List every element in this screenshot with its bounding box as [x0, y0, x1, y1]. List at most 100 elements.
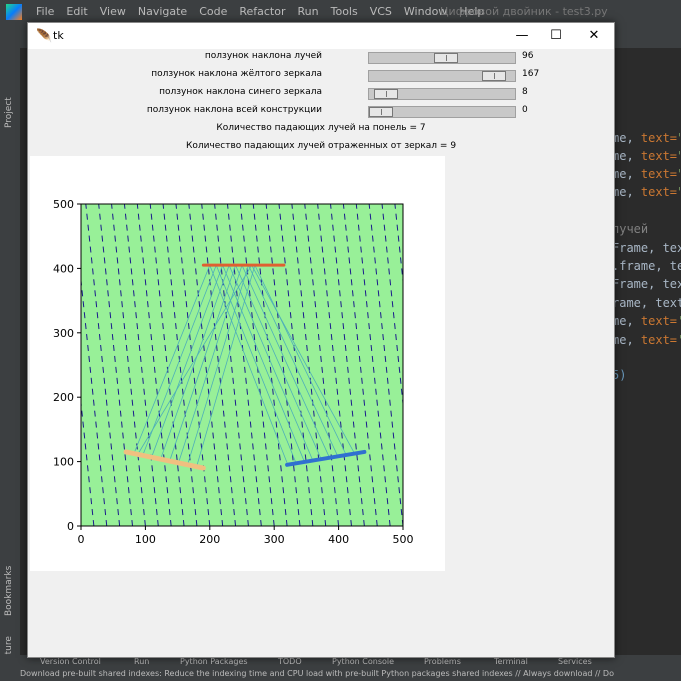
- code-token: me,: [612, 185, 641, 199]
- code-line: me, text=': [612, 333, 681, 347]
- code-line: me, text=": [612, 185, 681, 199]
- slider-value-blue: 8: [522, 87, 528, 97]
- ide-status-bar: Download pre-built shared indexes: Reduc…: [0, 669, 681, 681]
- code-token: text=: [640, 167, 678, 181]
- incident-ray: [30, 204, 42, 526]
- code-token: ": [677, 131, 681, 145]
- code-token: ": [677, 167, 681, 181]
- menu-code[interactable]: Code: [199, 5, 227, 18]
- code-line: .frame, te: [612, 259, 681, 273]
- pycharm-logo-icon: [6, 4, 22, 20]
- ide-window-title: Цифровой двойник - test3.py: [440, 5, 608, 18]
- code-line: лучей: [612, 222, 648, 236]
- tk-window: 🪶 tk — ☐ ✕ ползунок наклона лучей 96 пол…: [27, 22, 615, 658]
- maximize-button[interactable]: ☐: [540, 26, 572, 46]
- x-tick-label: 200: [199, 533, 220, 546]
- incident-ray: [30, 204, 55, 526]
- code-line: Frame, tex: [612, 277, 681, 291]
- code-line: me, text=": [612, 167, 681, 181]
- slider-thumb[interactable]: [369, 107, 393, 117]
- x-tick-label: 400: [328, 533, 349, 546]
- menu-vcs[interactable]: VCS: [370, 5, 392, 18]
- plot-svg: 0 100 200 300 400 500 0 100 200 300 400 500: [30, 198, 445, 546]
- code-line: rame, text: [612, 296, 681, 310]
- x-tick-label: 0: [78, 533, 85, 546]
- code-token: me,: [612, 167, 641, 181]
- tk-window-title: tk: [53, 29, 64, 42]
- code-token: ': [677, 333, 681, 347]
- code-token: text=: [640, 314, 678, 328]
- services-tab[interactable]: Services: [558, 657, 592, 666]
- ray-angle-slider[interactable]: [368, 52, 516, 64]
- slider-row-structure: ползунок наклона всей конструкции 0: [28, 103, 614, 121]
- close-button[interactable]: ✕: [578, 26, 610, 46]
- slider-value-rays: 96: [522, 51, 534, 61]
- code-token: me,: [612, 333, 641, 347]
- blue-mirror-slider[interactable]: [368, 88, 516, 100]
- y-tick-label: 500: [53, 198, 74, 211]
- panel-ray-count: Количество падающих лучей на понель = 7: [216, 123, 426, 133]
- code-token: me,: [612, 149, 641, 163]
- x-tick-label: 100: [135, 533, 156, 546]
- menu-run[interactable]: Run: [298, 5, 319, 18]
- mirror-ray-count: Количество падающих лучей отраженных от …: [185, 141, 457, 151]
- code-token: text=: [640, 185, 678, 199]
- plot-figure: 0 100 200 300 400 500 0 100 200 300 400 500: [30, 156, 445, 571]
- slider-row-yellow: ползунок наклона жёлтого зеркала 167: [28, 67, 614, 85]
- menu-bar: File Edit View Navigate Code Refactor Ru…: [36, 5, 484, 18]
- incident-ray: [421, 204, 445, 526]
- code-token: text=: [640, 333, 678, 347]
- code-line: me, text=': [612, 314, 681, 328]
- y-tick-label: 100: [53, 456, 74, 469]
- python-packages-tab[interactable]: Python Packages: [180, 657, 248, 666]
- run-tab[interactable]: Run: [134, 657, 149, 666]
- menu-file[interactable]: File: [36, 5, 54, 18]
- ide-menubar: File Edit View Navigate Code Refactor Ru…: [0, 0, 681, 24]
- project-tab[interactable]: Project: [4, 97, 14, 128]
- incident-ray: [408, 204, 442, 526]
- version-control-tab[interactable]: Version Control: [40, 657, 101, 666]
- bookmarks-tab[interactable]: Bookmarks: [4, 566, 14, 616]
- incident-ray: [81, 521, 82, 526]
- code-token: .frame, te: [612, 259, 681, 273]
- code-token: rame, text: [612, 296, 681, 310]
- menu-refactor[interactable]: Refactor: [239, 5, 285, 18]
- slider-row-blue: ползунок наклона синего зеркала 8: [28, 85, 614, 103]
- code-editor[interactable]: me, text="me, text="me, text="me, text="…: [612, 48, 681, 655]
- code-token: ": [677, 185, 681, 199]
- slider-label-yellow: ползунок наклона жёлтого зеркала: [151, 69, 322, 79]
- y-tick-label: 400: [53, 262, 74, 275]
- y-tick-label: 300: [53, 327, 74, 340]
- slider-value-yellow: 167: [522, 69, 540, 79]
- code-token: text=: [640, 149, 678, 163]
- slider-value-structure: 0: [522, 105, 528, 115]
- minimize-button[interactable]: —: [506, 26, 538, 46]
- structure-slider[interactable]: [368, 106, 516, 118]
- code-token: text=: [640, 131, 678, 145]
- menu-navigate[interactable]: Navigate: [138, 5, 187, 18]
- code-token: me,: [612, 314, 641, 328]
- x-tick-label: 500: [393, 533, 414, 546]
- todo-tab[interactable]: TODO: [278, 657, 302, 666]
- ide-left-toolstrip: Project Bookmarks Structure: [0, 48, 20, 678]
- incident-ray: [434, 204, 445, 526]
- y-tick-label: 200: [53, 391, 74, 404]
- yellow-mirror-slider[interactable]: [368, 70, 516, 82]
- code-token: me,: [612, 131, 641, 145]
- menu-tools[interactable]: Tools: [331, 5, 358, 18]
- menu-view[interactable]: View: [100, 5, 126, 18]
- menu-edit[interactable]: Edit: [66, 5, 87, 18]
- slider-label-structure: ползунок наклона всей конструкции: [146, 105, 322, 115]
- tk-feather-icon: 🪶: [36, 29, 53, 44]
- slider-label-rays: ползунок наклона лучей: [204, 51, 322, 61]
- slider-thumb[interactable]: [374, 89, 399, 99]
- incident-ray: [34, 204, 68, 526]
- code-line: me, text=": [612, 149, 681, 163]
- code-token: Frame, tex: [612, 241, 681, 255]
- terminal-tab[interactable]: Terminal: [494, 657, 528, 666]
- slider-thumb[interactable]: [434, 53, 459, 63]
- code-token: ": [677, 149, 681, 163]
- python-console-tab[interactable]: Python Console: [332, 657, 394, 666]
- problems-tab[interactable]: Problems: [424, 657, 461, 666]
- slider-thumb[interactable]: [482, 71, 507, 81]
